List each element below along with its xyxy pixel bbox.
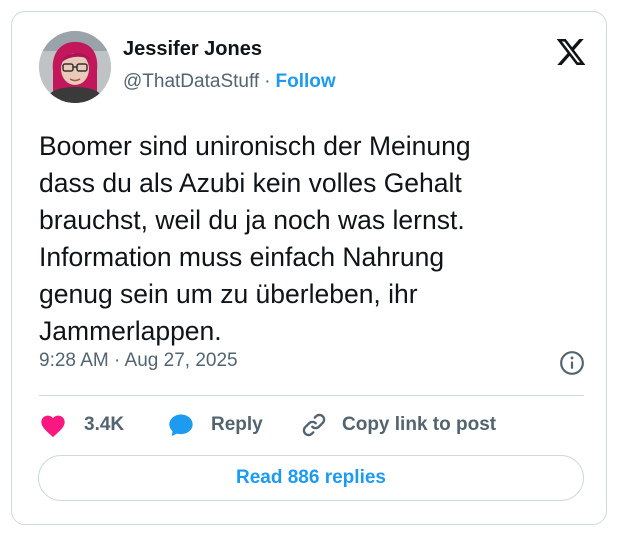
like-count: 3.4K	[84, 414, 125, 435]
link-icon	[300, 411, 328, 439]
follow-button[interactable]: Follow	[276, 71, 336, 92]
avatar-image	[39, 31, 111, 103]
reply-label: Reply	[211, 414, 263, 435]
author-meta: @ThatDataStuff · Follow	[123, 71, 336, 93]
copy-link-button[interactable]: Copy link to post	[300, 408, 496, 442]
meta-separator: ·	[264, 71, 271, 92]
heart-icon	[39, 412, 67, 438]
like-button[interactable]: 3.4K	[39, 408, 124, 442]
author-name[interactable]: Jessifer Jones	[123, 38, 262, 61]
tweet-text: Boomer sind unironisch der Meinung dass …	[39, 131, 471, 346]
divider	[39, 395, 584, 396]
author-handle[interactable]: @ThatDataStuff	[123, 71, 259, 92]
tweet-card: Jessifer Jones @ThatDataStuff · Follow Boo…	[11, 11, 607, 525]
author-avatar[interactable]	[39, 31, 111, 103]
read-replies-button[interactable]: Read 886 replies	[38, 455, 584, 501]
x-logo-icon[interactable]	[555, 36, 587, 68]
reply-button[interactable]: Reply	[167, 408, 263, 442]
tweet-timestamp[interactable]: 9:28 AM · Aug 27, 2025	[39, 350, 238, 372]
speech-bubble-icon	[167, 411, 195, 439]
copy-link-label: Copy link to post	[342, 414, 497, 435]
info-icon[interactable]	[559, 350, 585, 376]
